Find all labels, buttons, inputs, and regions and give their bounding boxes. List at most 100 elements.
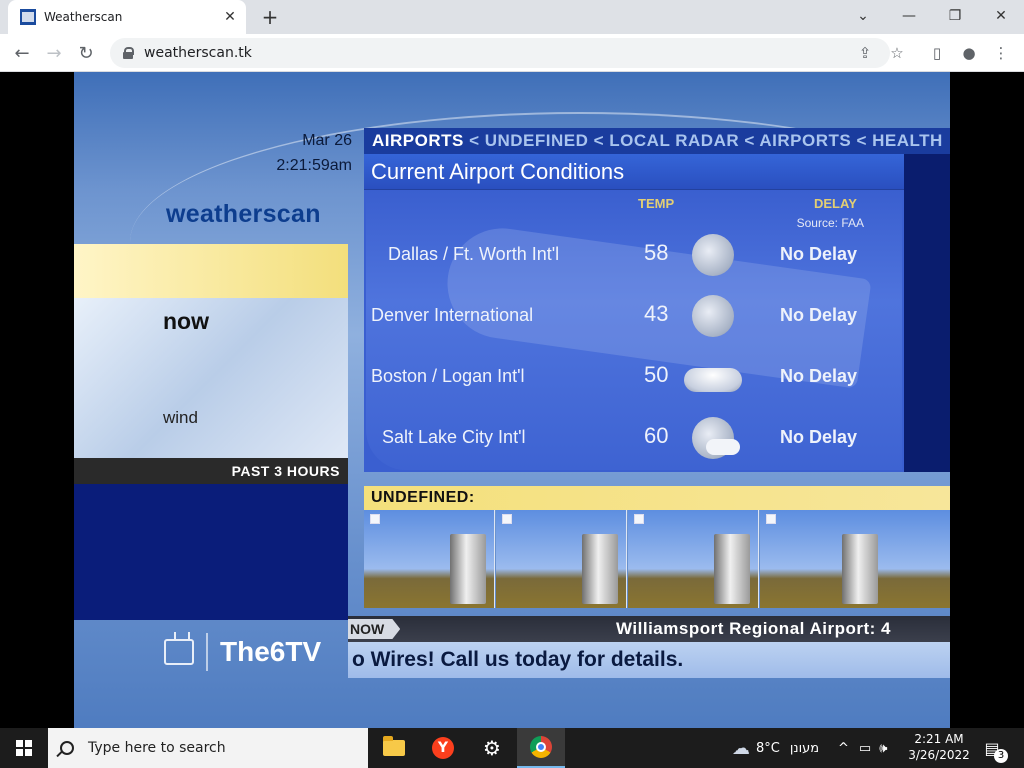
- tab-search-icon[interactable]: ⌄: [840, 0, 886, 32]
- taskbar-clock[interactable]: 2:21 AM 3/26/2022: [904, 731, 974, 763]
- volume-icon[interactable]: 🕪: [879, 741, 887, 756]
- past-3-hours-label: PAST 3 HOURS: [74, 458, 348, 484]
- windows-logo-icon: [16, 740, 32, 756]
- tray-icons: ^ ▭ 🕪: [838, 728, 887, 768]
- reload-button[interactable]: ↻: [72, 39, 100, 67]
- undefined-section-header: UNDEFINED:: [364, 486, 950, 510]
- lock-icon[interactable]: [122, 47, 134, 59]
- temp-column-header: TEMP: [638, 196, 675, 211]
- airport-name: Boston / Logan Int'l: [371, 366, 525, 386]
- airport-delay: No Delay: [780, 244, 858, 264]
- breadcrumb-item: < UNDEFINED: [469, 131, 589, 150]
- airport-table: TEMP DELAY Source: FAA Dallas / Ft. Wort…: [366, 190, 902, 470]
- weatherscan-logo: weatherscan: [166, 200, 321, 228]
- current-conditions-panel: now wind: [74, 298, 348, 458]
- observation-ticker: NOW Williamsport Regional Airport: 4: [348, 616, 950, 642]
- airport-panel-title: Current Airport Conditions: [364, 154, 904, 190]
- new-tab-button[interactable]: +: [258, 5, 282, 29]
- clock-time: 2:21 AM: [914, 732, 964, 746]
- airport-temp: 50: [644, 362, 669, 387]
- broken-image-icon: [766, 514, 776, 524]
- airport-row: Denver International 43 No Delay: [366, 293, 902, 343]
- crawl-message: o Wires! Call us today for details.: [352, 648, 684, 671]
- airport-temp: 60: [644, 423, 669, 448]
- cylinder-graphic: [714, 534, 750, 604]
- image-tile: [628, 510, 759, 608]
- now-label: now: [163, 308, 209, 334]
- notification-center-button[interactable]: ▤ 3: [980, 736, 1008, 763]
- yandex-icon: Y: [432, 737, 454, 759]
- brand-divider: [206, 633, 208, 671]
- minimize-button[interactable]: —: [886, 0, 932, 32]
- current-date: Mar 26: [302, 132, 352, 149]
- taskbar-search-box[interactable]: Type here to search: [48, 728, 368, 768]
- side-panel-icon[interactable]: ▯: [924, 40, 950, 66]
- weatherscan-screen: Mar 26 2:21:59am weatherscan now wind PA…: [74, 72, 950, 728]
- image-tile: [496, 510, 627, 608]
- moon-icon: [692, 295, 734, 337]
- weather-temp: 8°C: [756, 740, 780, 756]
- cylinder-graphic: [842, 534, 878, 604]
- share-icon[interactable]: ⇪: [852, 40, 878, 66]
- clock-date: 3/26/2022: [908, 748, 970, 762]
- show-hidden-icons-chevron-icon[interactable]: ^: [838, 741, 849, 756]
- moon-icon: [692, 234, 734, 276]
- settings-icon: ⚙: [483, 736, 501, 760]
- image-tile: [760, 510, 950, 608]
- image-tile: [364, 510, 495, 608]
- yellow-header-band: [74, 244, 348, 298]
- chrome-icon: [530, 736, 552, 758]
- settings-button[interactable]: ⚙: [468, 728, 516, 768]
- file-explorer-icon: [383, 736, 405, 756]
- ad-crawl-ticker: o Wires! Call us today for details.: [348, 642, 950, 678]
- address-bar[interactable]: weatherscan.tk: [110, 38, 890, 68]
- restore-button[interactable]: ❐: [932, 0, 978, 32]
- weather-widget[interactable]: ☁ 8°C מעונן: [732, 728, 819, 768]
- forward-button[interactable]: →: [40, 39, 68, 67]
- airport-name: Salt Lake City Int'l: [382, 427, 526, 447]
- browser-menu-icon[interactable]: ⋮: [988, 40, 1014, 66]
- partly-cloudy-moon-icon: [692, 417, 740, 459]
- ticker-message: Williamsport Regional Airport: 4: [616, 619, 891, 638]
- airport-name: Denver International: [371, 305, 534, 325]
- breadcrumb-item: < HEALTH: [856, 131, 943, 150]
- close-window-button[interactable]: ✕: [978, 0, 1024, 32]
- breadcrumb-current: AIRPORTS: [372, 131, 464, 150]
- file-explorer-button[interactable]: [370, 728, 418, 768]
- airport-row: Boston / Logan Int'l 50 No Delay: [366, 354, 902, 404]
- wind-label: wind: [163, 408, 198, 427]
- back-button[interactable]: ←: [8, 39, 36, 67]
- current-time: 2:21:59am: [276, 157, 352, 174]
- weather-channel-favicon-icon: [20, 9, 36, 25]
- profile-avatar-icon[interactable]: ●: [956, 40, 982, 66]
- cylinder-graphic: [450, 534, 486, 604]
- bookmark-star-icon[interactable]: ☆: [884, 40, 910, 66]
- cylinder-graphic: [582, 534, 618, 604]
- search-placeholder: Type here to search: [88, 740, 226, 756]
- airport-temp: 58: [644, 240, 669, 265]
- airport-row: Dallas / Ft. Worth Int'l 58 No Delay: [366, 232, 902, 282]
- chrome-button[interactable]: [517, 728, 565, 768]
- airport-conditions-panel: Current Airport Conditions TEMP DELAY So…: [364, 154, 950, 472]
- notification-count-badge: 3: [994, 749, 1008, 763]
- browser-tab[interactable]: Weatherscan ✕: [8, 0, 246, 34]
- page-viewport: Mar 26 2:21:59am weatherscan now wind PA…: [0, 72, 1024, 728]
- broken-image-icon: [370, 514, 380, 524]
- airport-temp: 43: [644, 301, 669, 326]
- airport-delay: No Delay: [780, 305, 858, 325]
- delay-column-header: DELAY: [814, 196, 857, 211]
- start-button[interactable]: [0, 728, 48, 768]
- yandex-browser-button[interactable]: Y: [419, 728, 467, 768]
- weather-description: מעונן: [789, 740, 820, 756]
- airport-delay: No Delay: [780, 427, 858, 447]
- tab-close-icon[interactable]: ✕: [220, 7, 240, 27]
- station-brand: The6TV: [164, 632, 321, 672]
- search-icon: [60, 741, 74, 755]
- broken-image-icon: [502, 514, 512, 524]
- data-source-label: Source: FAA: [796, 216, 864, 230]
- url-text[interactable]: weatherscan.tk: [144, 45, 252, 61]
- network-icon[interactable]: ▭: [859, 741, 871, 756]
- breadcrumb-item: < AIRPORTS: [744, 131, 852, 150]
- windows-taskbar: Type here to search Y ⚙ ☁ 8°C מעונן ^ ▭ …: [0, 728, 1024, 768]
- image-tiles: [364, 510, 950, 608]
